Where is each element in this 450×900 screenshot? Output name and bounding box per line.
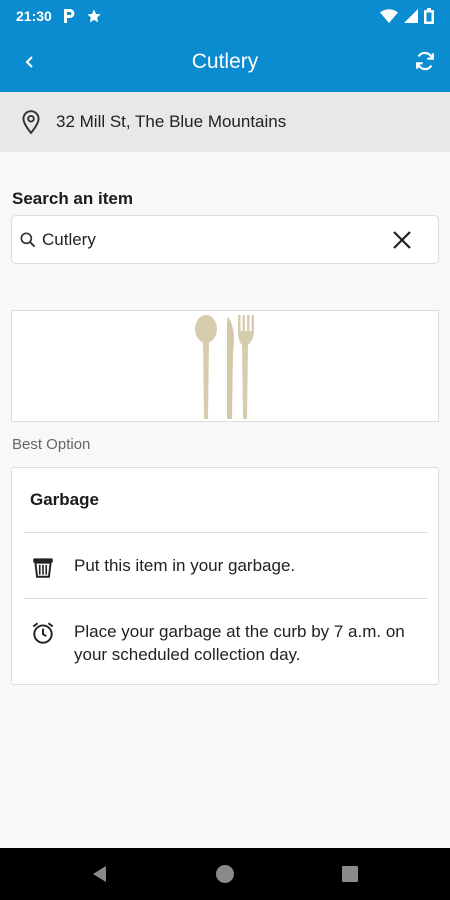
status-time: 21:30 bbox=[16, 8, 52, 24]
search-input[interactable]: Cutlery bbox=[11, 215, 439, 264]
star-icon bbox=[87, 9, 101, 23]
app-bar: Cutlery bbox=[0, 32, 450, 92]
system-navigation-bar bbox=[0, 848, 450, 900]
back-triangle-icon[interactable] bbox=[88, 862, 112, 886]
best-option-label: Best Option bbox=[12, 436, 91, 453]
status-bar: 21:30 bbox=[0, 0, 450, 32]
divider bbox=[24, 598, 428, 599]
alarm-clock-icon bbox=[32, 622, 54, 644]
recents-square-icon[interactable] bbox=[338, 862, 362, 886]
address-bar[interactable]: 32 Mill St, The Blue Mountains bbox=[0, 92, 450, 152]
option-text: Put this item in your garbage. bbox=[74, 556, 296, 575]
option-card: Garbage Put this item in your garbage. P… bbox=[11, 467, 439, 685]
address-text: 32 Mill St, The Blue Mountains bbox=[56, 112, 287, 131]
search-value: Cutlery bbox=[42, 229, 96, 249]
page-title: Cutlery bbox=[191, 50, 259, 73]
option-title: Garbage bbox=[30, 490, 99, 509]
back-button[interactable] bbox=[18, 50, 42, 74]
search-label: Search an item bbox=[12, 189, 133, 208]
chevron-left-icon bbox=[25, 56, 33, 68]
wifi-icon bbox=[380, 9, 398, 23]
option-row-collection: Place your garbage at the curb by 7 a.m.… bbox=[30, 620, 430, 666]
signal-icon bbox=[404, 9, 418, 23]
option-row-garbage: Put this item in your garbage. bbox=[30, 554, 430, 580]
divider bbox=[24, 532, 428, 533]
item-image bbox=[11, 310, 439, 422]
refresh-button[interactable] bbox=[412, 48, 438, 74]
close-icon[interactable] bbox=[390, 228, 414, 252]
refresh-icon bbox=[416, 51, 434, 71]
search-icon bbox=[20, 232, 36, 247]
cutlery-image bbox=[195, 315, 254, 419]
option-text: Place your garbage at the curb by 7 a.m.… bbox=[74, 622, 405, 664]
parking-icon bbox=[63, 9, 75, 23]
home-circle-icon[interactable] bbox=[213, 862, 237, 886]
garbage-bin-icon bbox=[33, 558, 53, 578]
battery-icon bbox=[424, 8, 434, 24]
location-pin-icon bbox=[22, 110, 40, 135]
